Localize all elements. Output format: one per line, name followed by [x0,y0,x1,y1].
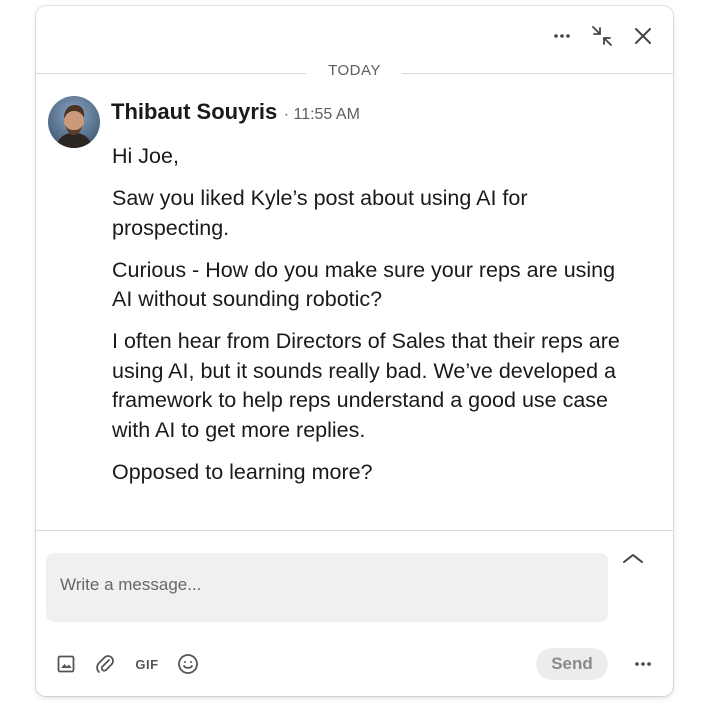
emoji-icon[interactable] [175,651,201,677]
date-divider: TODAY [36,60,673,90]
ellipsis-icon[interactable] [548,22,576,50]
message-input[interactable] [60,575,594,595]
messaging-window: TODAY Thibaut Souyris · 11:55 AM Hi Joe,… [36,6,673,696]
paperclip-icon[interactable] [92,651,118,677]
sender-avatar[interactable] [48,96,100,148]
sender-name[interactable]: Thibaut Souyris [111,99,277,124]
ellipsis-icon[interactable] [630,651,656,677]
composer-toolbar: GIF Send [36,646,673,682]
close-icon[interactable] [629,22,657,50]
message-paragraph: Saw you liked Kyle’s post about using AI… [112,186,528,240]
message-paragraph: I often hear from Directors of Sales tha… [112,329,620,442]
divider-line-right [402,73,673,74]
sender-header: Thibaut Souyris · 11:55 AM [111,99,360,125]
composer-divider [36,530,673,531]
message-paragraph: Curious - How do you make sure your reps… [112,257,616,312]
message-paragraph: Hi Joe, [112,144,179,168]
message-body: Hi Joe, Saw you liked Kyle’s post about … [112,142,632,500]
message-paragraph: Opposed to learning more? [112,459,373,484]
minimize-arrows-icon[interactable] [588,22,616,50]
window-header [36,6,673,62]
date-divider-label: TODAY [328,62,381,79]
message-composer[interactable] [46,553,608,622]
gif-icon[interactable]: GIF [132,651,162,677]
send-button[interactable]: Send [536,648,608,680]
message-timestamp: · 11:55 AM [283,106,360,123]
image-icon[interactable] [53,651,79,677]
chevron-up-icon[interactable] [621,547,645,569]
